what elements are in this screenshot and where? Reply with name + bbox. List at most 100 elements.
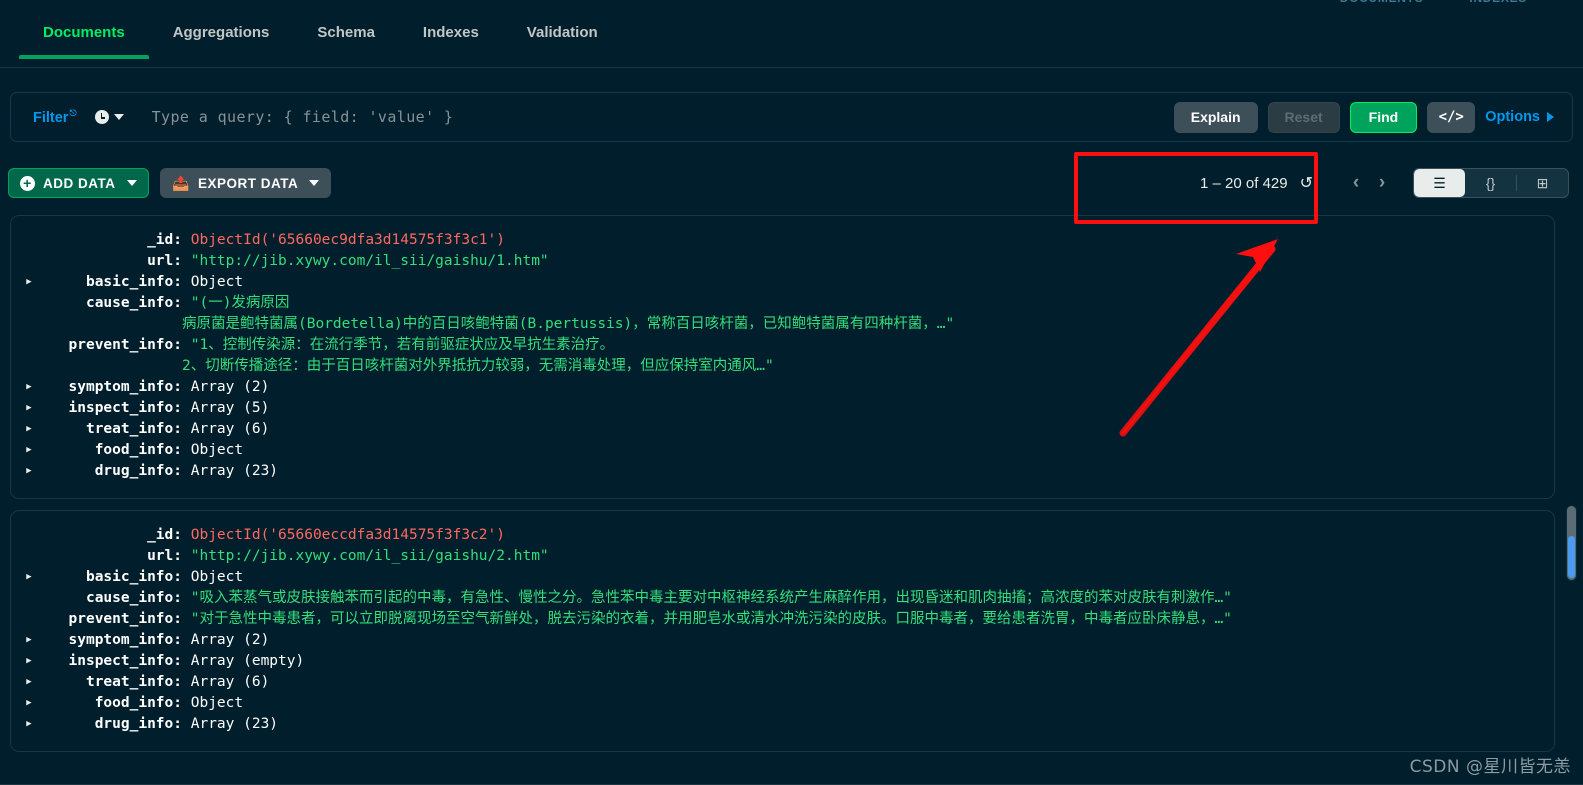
external-link-icon: ⎋ xyxy=(69,108,76,118)
vertical-scrollbar-track[interactable] xyxy=(1566,505,1577,581)
field-value: Array (23) xyxy=(182,714,278,735)
field-value: "(一)发病原因 xyxy=(182,293,289,314)
field-key: _id: xyxy=(37,525,182,546)
field-key: food_info: xyxy=(37,440,182,461)
field-key: basic_info: xyxy=(37,567,182,588)
expand-caret-icon[interactable]: ▶ xyxy=(21,440,37,461)
breadcrumb-item-indexes[interactable]: INDEXES xyxy=(1469,0,1527,5)
field-value: Array (empty) xyxy=(182,651,304,672)
expand-caret-icon[interactable]: ▶ xyxy=(21,672,37,693)
field-key: prevent_info: xyxy=(37,609,182,630)
field-value: ObjectId('65660ec9dfa3d14575f3f3c1') xyxy=(182,230,505,251)
expand-caret-icon[interactable]: ▶ xyxy=(21,272,37,293)
field-key: url: xyxy=(37,546,182,567)
next-page-button[interactable]: › xyxy=(1369,169,1395,197)
json-view-button[interactable]: {} xyxy=(1465,169,1516,197)
expand-caret-icon[interactable]: ▶ xyxy=(21,377,37,398)
reset-button[interactable]: Reset xyxy=(1268,102,1340,133)
tab-indexes[interactable]: Indexes xyxy=(399,20,503,59)
add-data-label: ADD DATA xyxy=(43,176,116,191)
export-icon: 📤 xyxy=(172,175,190,192)
field-key: treat_info: xyxy=(37,419,182,440)
field-value: Array (6) xyxy=(182,672,269,693)
field-value: Object xyxy=(182,693,243,714)
document-count-label: 1 – 20 of 429 xyxy=(1200,175,1288,192)
document-field-row[interactable]: cause_info: "(一)发病原因 xyxy=(21,293,1544,314)
field-value: Array (23) xyxy=(182,461,278,482)
document-field-row[interactable]: ▶basic_info: Object xyxy=(21,272,1544,293)
document-field-row[interactable]: ▶drug_info: Array (23) xyxy=(21,461,1544,482)
field-key: drug_info: xyxy=(37,714,182,735)
watermark: CSDN @星川皆无恙 xyxy=(1410,752,1571,777)
tab-aggregations[interactable]: Aggregations xyxy=(149,20,294,59)
find-button[interactable]: Find xyxy=(1350,102,1418,133)
field-key: url: xyxy=(37,251,182,272)
field-value: Array (5) xyxy=(182,398,269,419)
expand-caret-icon[interactable]: ▶ xyxy=(21,714,37,735)
document-field-row[interactable]: _id: ObjectId('65660ec9dfa3d14575f3f3c1'… xyxy=(21,230,1544,251)
field-key: food_info: xyxy=(37,693,182,714)
explain-button[interactable]: Explain xyxy=(1174,102,1258,133)
pagination-controls: 1 – 20 of 429 ↺ ‹ › ☰ {} ⊞ xyxy=(1200,168,1569,198)
filter-label-text: Filter xyxy=(33,110,68,126)
document-field-row[interactable]: _id: ObjectId('65660eccdfa3d14575f3f3c2'… xyxy=(21,525,1544,546)
document-field-row[interactable]: ▶drug_info: Array (23) xyxy=(21,714,1544,735)
chevron-down-icon xyxy=(309,180,319,186)
expand-caret-icon[interactable]: ▶ xyxy=(21,567,37,588)
query-history-button[interactable] xyxy=(95,110,124,124)
refresh-icon[interactable]: ↺ xyxy=(1300,173,1313,193)
document-list: _id: ObjectId('65660ec9dfa3d14575f3f3c1'… xyxy=(10,215,1555,763)
expand-caret-icon[interactable]: ▶ xyxy=(21,693,37,714)
add-data-button[interactable]: + ADD DATA xyxy=(8,168,149,198)
expand-caret-icon[interactable]: ▶ xyxy=(21,398,37,419)
field-key: cause_info: xyxy=(37,588,182,609)
query-buttons: Explain Reset Find </> Options xyxy=(1174,102,1572,133)
document-field-row[interactable]: ▶treat_info: Array (6) xyxy=(21,672,1544,693)
field-value: "1、控制传染源：在流行季节，若有前驱症状应及早抗生素治疗。 xyxy=(182,335,614,356)
document-field-row[interactable]: prevent_info: "对于急性中毒患者，可以立即脱离现场至空气新鲜处，脱… xyxy=(21,609,1544,630)
query-input[interactable] xyxy=(150,107,1164,127)
document-field-row[interactable]: ▶food_info: Object xyxy=(21,693,1544,714)
prev-page-button[interactable]: ‹ xyxy=(1343,169,1369,197)
field-key: inspect_info: xyxy=(37,398,182,419)
breadcrumb-item-documents[interactable]: DOCUMENTS xyxy=(1340,0,1424,5)
document-field-row[interactable]: ▶inspect_info: Array (5) xyxy=(21,398,1544,419)
document-field-row[interactable]: url: "http://jib.xywy.com/il_sii/gaishu/… xyxy=(21,251,1544,272)
document-field-row[interactable]: prevent_info: "1、控制传染源：在流行季节，若有前驱症状应及早抗生… xyxy=(21,335,1544,356)
document-card[interactable]: _id: ObjectId('65660eccdfa3d14575f3f3c2'… xyxy=(10,510,1555,752)
filter-label[interactable]: Filter⎋ xyxy=(33,108,77,126)
export-data-button[interactable]: 📤 EXPORT DATA xyxy=(160,168,331,198)
field-value: Object xyxy=(182,567,243,588)
vertical-scrollbar-thumb[interactable] xyxy=(1568,536,1575,578)
document-field-continuation: 2、切断传播途径：由于百日咳杆菌对外界抵抗力较弱，无需消毒处理，但应保持室内通风… xyxy=(21,356,1544,377)
field-key: _id: xyxy=(37,230,182,251)
document-field-row[interactable]: url: "http://jib.xywy.com/il_sii/gaishu/… xyxy=(21,546,1544,567)
table-view-button[interactable]: ⊞ xyxy=(1517,169,1568,197)
field-value: ObjectId('65660eccdfa3d14575f3f3c2') xyxy=(182,525,505,546)
document-card[interactable]: _id: ObjectId('65660ec9dfa3d14575f3f3c1'… xyxy=(10,215,1555,499)
code-view-button[interactable]: </> xyxy=(1427,102,1475,133)
document-field-row[interactable]: ▶treat_info: Array (6) xyxy=(21,419,1544,440)
field-value-continued: 2、切断传播途径：由于百日咳杆菌对外界抵抗力较弱，无需消毒处理，但应保持室内通风… xyxy=(21,356,774,377)
expand-caret-icon[interactable]: ▶ xyxy=(21,630,37,651)
list-view-button[interactable]: ☰ xyxy=(1414,169,1465,197)
document-field-row[interactable]: ▶symptom_info: Array (2) xyxy=(21,630,1544,651)
field-value: "http://jib.xywy.com/il_sii/gaishu/2.htm… xyxy=(182,546,549,567)
breadcrumb: DOCUMENTS INDEXES xyxy=(1340,0,1527,5)
options-toggle[interactable]: Options xyxy=(1485,109,1554,125)
document-field-row[interactable]: ▶inspect_info: Array (empty) xyxy=(21,651,1544,672)
field-key: symptom_info: xyxy=(37,630,182,651)
document-field-row[interactable]: ▶symptom_info: Array (2) xyxy=(21,377,1544,398)
field-value: Array (2) xyxy=(182,377,269,398)
expand-caret-icon[interactable]: ▶ xyxy=(21,419,37,440)
document-field-row[interactable]: ▶basic_info: Object xyxy=(21,567,1544,588)
expand-caret-icon[interactable]: ▶ xyxy=(21,461,37,482)
tab-validation[interactable]: Validation xyxy=(503,20,622,59)
document-field-row[interactable]: cause_info: "吸入苯蒸气或皮肤接触苯而引起的中毒，有急性、慢性之分。… xyxy=(21,588,1544,609)
field-value-continued: 病原菌是鲍特菌属(Bordetella)中的百日咳鲍特菌(B.pertussis… xyxy=(21,314,954,335)
tab-schema[interactable]: Schema xyxy=(293,20,399,59)
field-key: prevent_info: xyxy=(37,335,182,356)
document-field-row[interactable]: ▶food_info: Object xyxy=(21,440,1544,461)
tab-documents[interactable]: Documents xyxy=(19,20,149,59)
expand-caret-icon[interactable]: ▶ xyxy=(21,651,37,672)
